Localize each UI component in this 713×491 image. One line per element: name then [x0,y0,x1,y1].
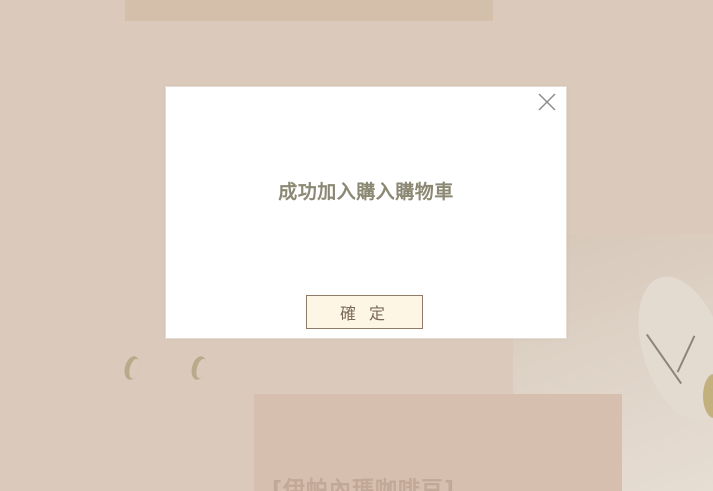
dialog-message: 成功加入購入購物車 [278,181,454,203]
close-icon [538,93,556,111]
coffee-bean-decoration [122,354,142,382]
confirm-button[interactable]: 確 定 [306,295,423,329]
background-product-title: [伊帕內瑪咖啡豆] [272,478,456,491]
background-product-card: [伊帕內瑪咖啡豆] [254,394,622,491]
coffee-bean-decoration [189,354,209,382]
background-banner [125,0,493,21]
add-to-cart-dialog: 成功加入購入購物車 確 定 [165,86,567,339]
close-button[interactable] [536,91,558,113]
